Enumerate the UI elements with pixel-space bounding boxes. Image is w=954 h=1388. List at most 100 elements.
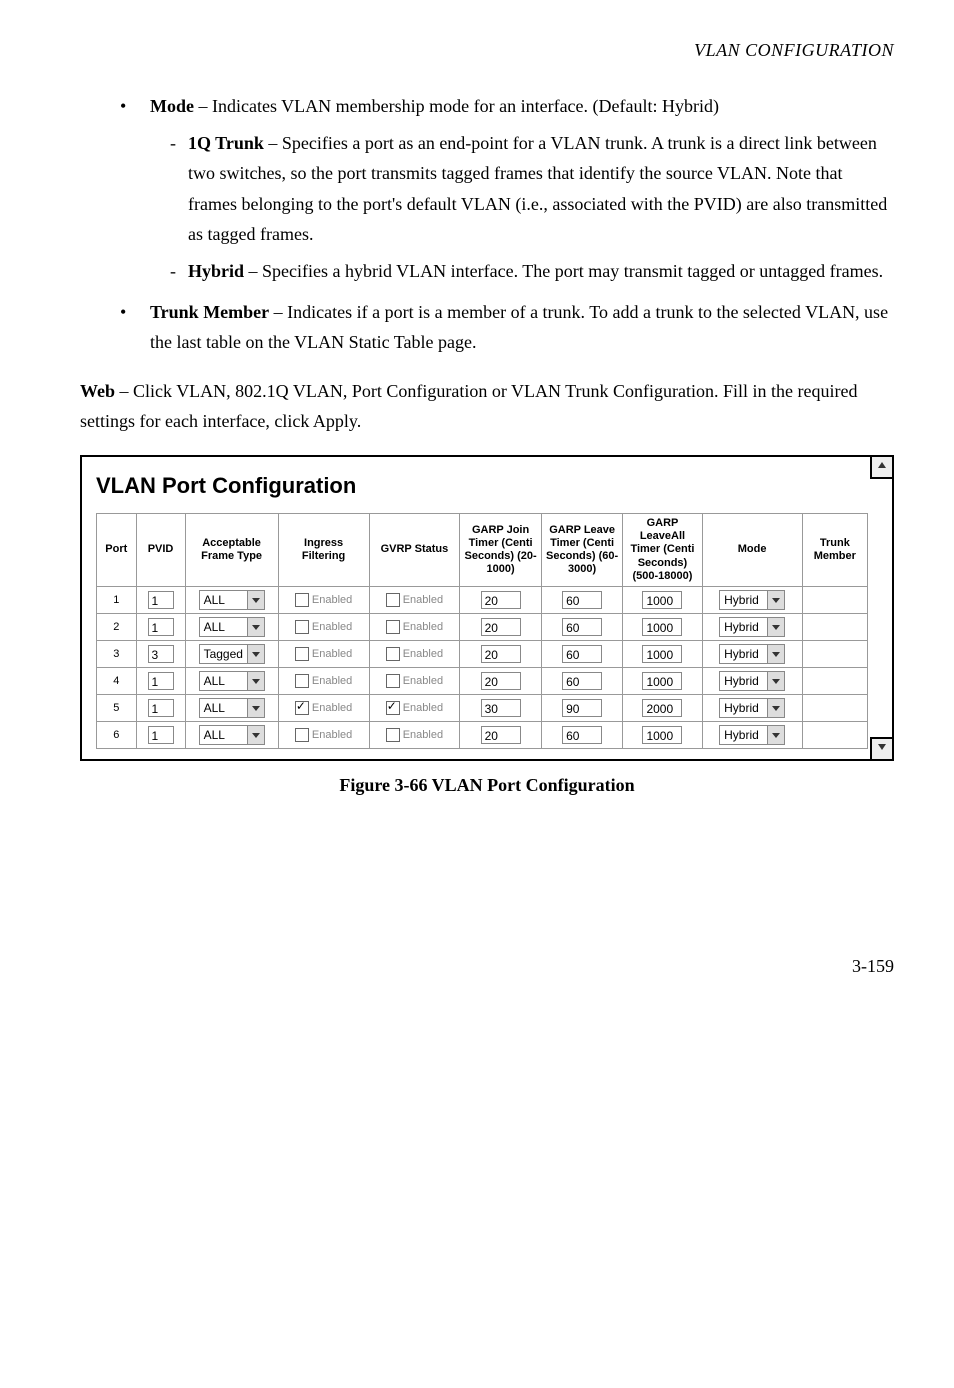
cell-frame-type: ALL [185, 613, 278, 640]
web-prefix: Web [80, 381, 115, 401]
chevron-down-icon[interactable] [247, 672, 264, 690]
chevron-down-icon[interactable] [247, 726, 264, 744]
pvid-input[interactable]: 1 [148, 699, 174, 717]
join-input[interactable]: 20 [481, 645, 521, 663]
sub-hybrid: Hybrid – Specifies a hybrid VLAN interfa… [170, 256, 894, 287]
leaveall-input[interactable]: 1000 [642, 726, 682, 744]
chevron-down-icon[interactable] [767, 726, 784, 744]
leave-input[interactable]: 60 [562, 618, 602, 636]
frame-type-select[interactable]: ALL [199, 617, 265, 637]
mode-select[interactable]: Hybrid [719, 725, 785, 745]
th-ingress: Ingress Filtering [278, 513, 369, 586]
cell-pvid: 1 [136, 586, 185, 613]
chevron-down-icon[interactable] [767, 645, 784, 663]
frame-type-select[interactable]: ALL [199, 698, 265, 718]
leave-input[interactable]: 60 [562, 672, 602, 690]
pvid-input[interactable]: 3 [148, 645, 174, 663]
th-mode: Mode [702, 513, 802, 586]
frame-type-select[interactable]: ALL [199, 671, 265, 691]
pvid-input[interactable]: 1 [148, 591, 174, 609]
cell-pvid: 1 [136, 721, 185, 748]
gvrp-label: Enabled [403, 729, 443, 741]
cell-join: 20 [460, 721, 542, 748]
cell-ingress: Enabled [278, 586, 369, 613]
cell-port: 2 [97, 613, 137, 640]
pvid-input[interactable]: 1 [148, 726, 174, 744]
cell-port: 1 [97, 586, 137, 613]
th-garp-leave: GARP Leave Timer (Centi Seconds) (60-300… [541, 513, 623, 586]
chevron-down-icon[interactable] [247, 618, 264, 636]
frame-type-select[interactable]: Tagged [199, 644, 265, 664]
chevron-down-icon[interactable] [767, 618, 784, 636]
cell-mode: Hybrid [702, 640, 802, 667]
term-1qtrunk: 1Q Trunk [188, 133, 264, 153]
leaveall-input[interactable]: 1000 [642, 672, 682, 690]
join-input[interactable]: 20 [481, 726, 521, 744]
term-trunk-member: Trunk Member [150, 302, 269, 322]
cell-leave: 60 [541, 586, 623, 613]
scroll-down-button[interactable] [870, 737, 892, 759]
cell-ingress: Enabled [278, 640, 369, 667]
join-input[interactable]: 20 [481, 591, 521, 609]
table-row: 33TaggedEnabledEnabled20601000Hybrid [97, 640, 868, 667]
leave-input[interactable]: 60 [562, 591, 602, 609]
cell-pvid: 1 [136, 694, 185, 721]
page-header: VLAN CONFIGURATION [80, 40, 894, 61]
sub-1qtrunk: 1Q Trunk – Specifies a port as an end-po… [170, 128, 894, 250]
mode-select[interactable]: Hybrid [719, 671, 785, 691]
chevron-down-icon[interactable] [247, 699, 264, 717]
join-input[interactable]: 20 [481, 672, 521, 690]
mode-select[interactable]: Hybrid [719, 698, 785, 718]
cell-trunk [802, 667, 867, 694]
scroll-up-button[interactable] [870, 457, 892, 479]
gvrp-checkbox[interactable] [386, 647, 400, 661]
mode-select[interactable]: Hybrid [719, 590, 785, 610]
chevron-down-icon[interactable] [767, 699, 784, 717]
cell-join: 20 [460, 640, 542, 667]
text-hybrid: – Specifies a hybrid VLAN interface. The… [244, 261, 883, 281]
leaveall-input[interactable]: 1000 [642, 618, 682, 636]
ingress-checkbox[interactable] [295, 647, 309, 661]
cell-gvrp: Enabled [369, 613, 460, 640]
frame-type-select[interactable]: ALL [199, 590, 265, 610]
mode-select[interactable]: Hybrid [719, 617, 785, 637]
ingress-checkbox[interactable] [295, 728, 309, 742]
ingress-checkbox[interactable] [295, 701, 309, 715]
ingress-checkbox[interactable] [295, 674, 309, 688]
cell-trunk [802, 586, 867, 613]
gvrp-checkbox[interactable] [386, 701, 400, 715]
config-table: Port PVID Acceptable Frame Type Ingress … [96, 513, 868, 749]
chevron-down-icon[interactable] [247, 591, 264, 609]
cell-gvrp: Enabled [369, 640, 460, 667]
leaveall-input[interactable]: 1000 [642, 645, 682, 663]
text-mode: – Indicates VLAN membership mode for an … [194, 96, 719, 116]
leave-input[interactable]: 60 [562, 726, 602, 744]
gvrp-checkbox[interactable] [386, 728, 400, 742]
pvid-input[interactable]: 1 [148, 672, 174, 690]
chevron-down-icon[interactable] [767, 672, 784, 690]
bullet-trunk-member: Trunk Member – Indicates if a port is a … [120, 297, 894, 358]
gvrp-checkbox[interactable] [386, 593, 400, 607]
pvid-input[interactable]: 1 [148, 618, 174, 636]
cell-gvrp: Enabled [369, 667, 460, 694]
chevron-down-icon[interactable] [247, 645, 264, 663]
gvrp-checkbox[interactable] [386, 620, 400, 634]
leave-input[interactable]: 90 [562, 699, 602, 717]
mode-select[interactable]: Hybrid [719, 644, 785, 664]
page-number: 3-159 [80, 956, 894, 977]
join-input[interactable]: 30 [481, 699, 521, 717]
frame-type-select[interactable]: ALL [199, 725, 265, 745]
leaveall-input[interactable]: 2000 [642, 699, 682, 717]
gvrp-checkbox[interactable] [386, 674, 400, 688]
leaveall-input[interactable]: 1000 [642, 591, 682, 609]
cell-frame-type: ALL [185, 721, 278, 748]
ingress-label: Enabled [312, 729, 352, 741]
join-input[interactable]: 20 [481, 618, 521, 636]
ingress-checkbox[interactable] [295, 620, 309, 634]
cell-port: 4 [97, 667, 137, 694]
cell-frame-type: ALL [185, 694, 278, 721]
chevron-down-icon[interactable] [767, 591, 784, 609]
cell-mode: Hybrid [702, 667, 802, 694]
leave-input[interactable]: 60 [562, 645, 602, 663]
ingress-checkbox[interactable] [295, 593, 309, 607]
